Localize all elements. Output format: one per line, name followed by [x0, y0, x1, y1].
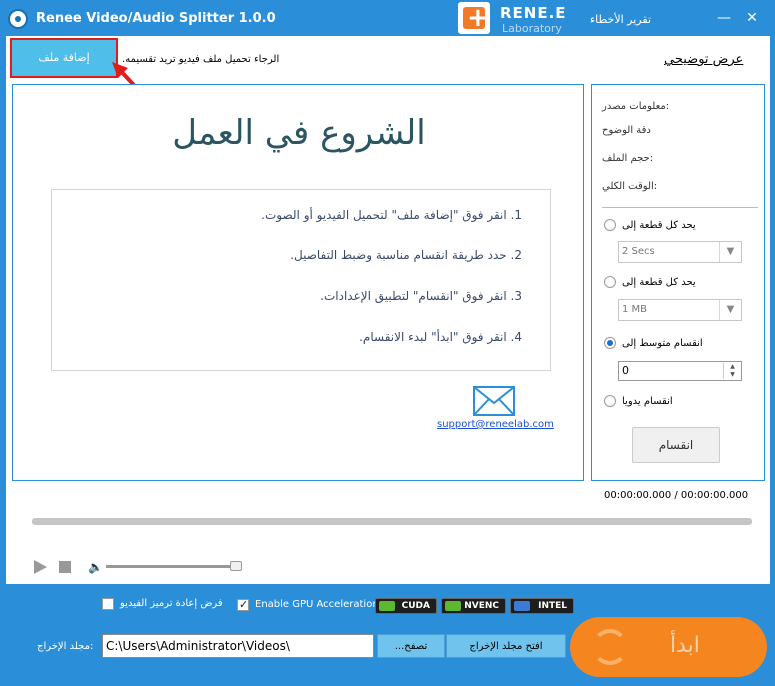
number-stepper[interactable]: ▲ ▼	[723, 363, 741, 379]
source-info-label: معلومات مصدر:	[602, 101, 670, 112]
file-size-label: حجم الملف:	[602, 153, 654, 164]
time-select[interactable]: 2 Secs ▼	[618, 241, 742, 263]
gpu-checkbox[interactable]	[237, 598, 249, 611]
browse-button[interactable]: ...تصفح	[377, 634, 445, 658]
resolution-label: دقة الوضوح	[602, 125, 651, 136]
steps-box: 1. انقر فوق "إضافة ملف" لتحميل الفيديو أ…	[51, 189, 551, 371]
volume-slider[interactable]	[106, 565, 240, 568]
split-manual-label: انقسام يدويا	[622, 396, 673, 407]
nvidia-icon	[379, 601, 395, 611]
divider	[602, 207, 758, 208]
split-by-time-label: يحد كل قطعة إلى	[622, 220, 696, 231]
refresh-icon	[592, 629, 628, 665]
support-email-link[interactable]: support@reneelab.com	[437, 419, 554, 430]
page-title: الشروع في العمل	[172, 113, 426, 153]
output-path-input[interactable]: C:\Users\Administrator\Videos\	[102, 634, 374, 658]
brand-logo: + RENE.E Laboratory	[458, 2, 570, 36]
getting-started-panel: الشروع في العمل 1. انقر فوق "إضافة ملف" …	[12, 84, 584, 481]
start-button[interactable]: ابدأ	[570, 617, 767, 677]
stop-icon[interactable]	[59, 561, 71, 573]
progress-bar[interactable]	[32, 518, 752, 525]
step-4: 4. انقر فوق "ابدأ" لبدء الانقسام.	[359, 330, 522, 344]
time-readout: 00:00:00.000 / 00:00:00.000	[604, 490, 749, 501]
volume-icon[interactable]: 🔈	[88, 560, 103, 574]
intel-badge: INTEL	[510, 598, 574, 614]
tutorial-link[interactable]: عرض توضيحي	[664, 52, 743, 67]
app-title: Renee Video/Audio Splitter 1.0.0	[36, 11, 276, 26]
add-file-button[interactable]: إضافة ملف	[10, 38, 118, 78]
mail-icon[interactable]	[473, 386, 515, 416]
split-options-panel: معلومات مصدر: دقة الوضوح حجم الملف: الوق…	[591, 84, 765, 481]
size-select[interactable]: 1 MB ▼	[618, 299, 742, 321]
volume-slider-thumb[interactable]	[230, 561, 242, 571]
chevron-down-icon: ▼	[719, 300, 741, 320]
split-average-label: انقسام متوسط إلى	[622, 338, 703, 349]
cuda-badge: CUDA	[375, 598, 437, 614]
nvidia-icon	[445, 601, 461, 611]
step-3: 3. انقر فوق "انقسام" لتطبيق الإعدادات.	[320, 289, 522, 303]
play-icon[interactable]	[34, 560, 47, 574]
nvenc-badge: NVENC	[441, 598, 506, 614]
open-output-folder-button[interactable]: افتح مجلد الإخراج	[446, 634, 566, 658]
step-1: 1. انقر فوق "إضافة ملف" لتحميل الفيديو أ…	[261, 208, 522, 222]
reencode-label: فرض إعادة ترميز الفيديو	[120, 598, 223, 609]
hint-text: .الرجاء تحميل ملف فيديو تريد تقسيمه	[122, 54, 280, 65]
close-icon[interactable]: ✕	[744, 10, 760, 26]
output-folder-label: مجلد الإخراج:	[37, 641, 94, 652]
split-by-size-label: يحد كل قطعة إلى	[622, 277, 696, 288]
film-reel-icon	[8, 9, 28, 29]
split-by-size-radio[interactable]	[604, 276, 616, 288]
average-count-input[interactable]: 0 ▲ ▼	[618, 361, 742, 381]
split-button[interactable]: انقسام	[632, 427, 720, 463]
minimize-icon[interactable]: —	[716, 10, 732, 26]
step-2: 2. حدد طريقة انقسام مناسبة وضبط التفاصيل…	[290, 248, 522, 262]
split-average-radio[interactable]	[604, 337, 616, 349]
intel-icon	[514, 601, 530, 611]
gpu-label: Enable GPU Acceleration	[255, 599, 379, 610]
split-manual-radio[interactable]	[604, 395, 616, 407]
chevron-down-icon: ▼	[719, 242, 741, 262]
reencode-checkbox[interactable]	[102, 598, 114, 610]
report-bug-link[interactable]: تقرير الأخطاء	[590, 13, 651, 26]
plus-icon: +	[458, 2, 490, 34]
split-by-time-radio[interactable]	[604, 219, 616, 231]
total-time-label: الوقت الكلي:	[602, 181, 658, 192]
